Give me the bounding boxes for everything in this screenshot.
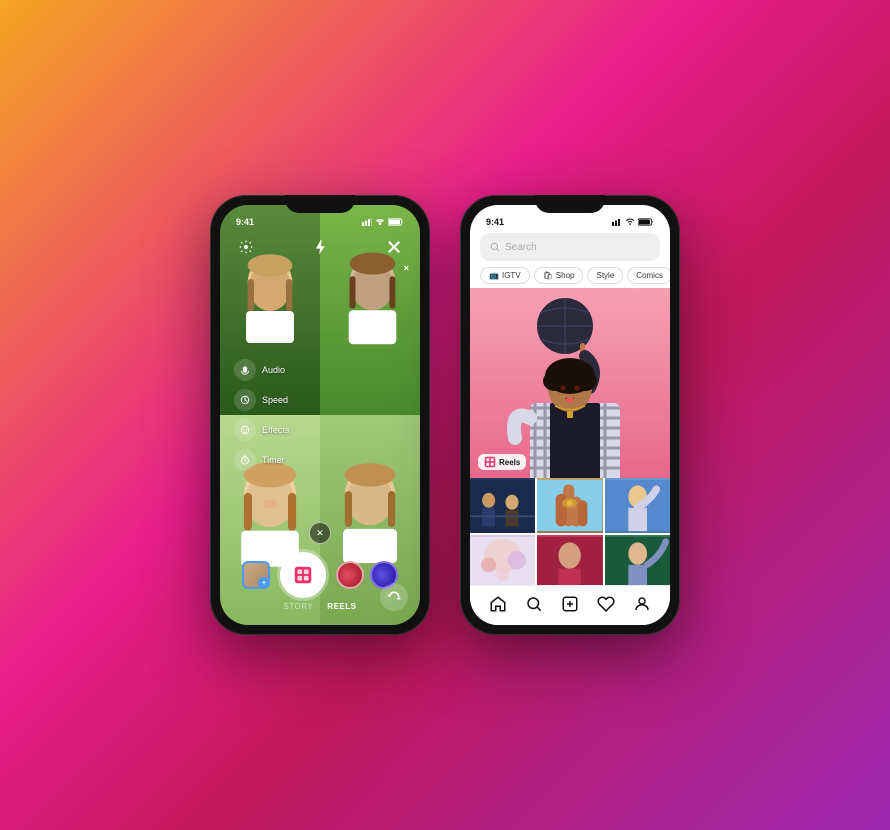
thumb-3[interactable] [605, 478, 670, 533]
wifi-icon [375, 218, 385, 226]
shop-icon: 🛍 [543, 271, 553, 280]
tab-shop[interactable]: 🛍 Shop [534, 267, 584, 284]
speed-menu-item[interactable]: Speed [234, 389, 289, 411]
igtv-label: IGTV [502, 271, 521, 280]
settings-icon[interactable] [234, 235, 258, 259]
audio-menu-item[interactable]: Audio [234, 359, 289, 381]
category-tabs: 📺 IGTV 🛍 Shop Style Comics TV & Movie [470, 267, 670, 284]
reels-badge: Reels [478, 454, 526, 470]
thumbnail-grid [470, 478, 670, 590]
thumb-5[interactable] [537, 535, 602, 590]
audio-label: Audio [262, 365, 285, 375]
search-nav[interactable] [523, 593, 545, 615]
camera-modes: STORY REELS [220, 602, 420, 611]
tab-igtv[interactable]: 📺 IGTV [480, 267, 530, 284]
main-content-image: Reels [470, 288, 670, 478]
thumb-6[interactable] [605, 535, 670, 590]
phone-right: 9:41 Search [460, 195, 680, 635]
dismiss-button[interactable]: ✕ [309, 522, 331, 544]
search-icon [490, 242, 500, 252]
camera-top-icons: × [220, 235, 420, 259]
search-placeholder: Search [505, 242, 537, 253]
battery-icon [388, 218, 404, 226]
camera-bottom: ✕ + [220, 522, 420, 625]
thumb-4[interactable] [470, 535, 535, 590]
signal-icon-right [612, 218, 622, 226]
igtv-icon: 📺 [489, 271, 499, 280]
notch-right [535, 195, 605, 213]
effects-menu-item[interactable]: Effects [234, 419, 289, 441]
shutter-button[interactable] [280, 552, 326, 598]
signal-icon [362, 218, 372, 226]
add-nav[interactable] [559, 593, 581, 615]
camera-overlay: × Audi [220, 205, 420, 625]
time-right: 9:41 [486, 217, 504, 227]
effect-1[interactable] [336, 561, 364, 589]
profile-nav[interactable] [631, 593, 653, 615]
close-icon[interactable] [382, 235, 406, 259]
camera-menu: Audio Speed [234, 359, 289, 471]
story-mode[interactable]: STORY [284, 602, 314, 611]
shop-label: Shop [556, 271, 575, 280]
thumb-2[interactable] [537, 478, 602, 533]
phone-left: 9:41 × [210, 195, 430, 635]
search-bar[interactable]: Search [480, 233, 660, 261]
status-icons-right [612, 218, 654, 226]
timer-label: Timer [262, 455, 285, 465]
reels-text: Reels [499, 458, 520, 467]
reels-icon [292, 564, 314, 586]
gallery-thumbnail[interactable]: + [242, 561, 270, 589]
speed-label: Speed [262, 395, 288, 405]
battery-icon-right [638, 218, 654, 226]
tab-style[interactable]: Style [587, 267, 623, 284]
effects-label: Effects [262, 425, 289, 435]
flip-camera-button[interactable] [380, 583, 408, 611]
bottom-nav [470, 585, 670, 625]
comics-label: Comics [636, 271, 663, 280]
reels-badge-icon [484, 456, 496, 468]
timer-menu-item[interactable]: Timer [234, 449, 289, 471]
status-icons-left [362, 218, 404, 226]
tab-comics[interactable]: Comics [627, 267, 670, 284]
wifi-icon-right [625, 218, 635, 226]
reels-mode[interactable]: REELS [327, 602, 356, 611]
notch-left [285, 195, 355, 213]
flash-icon[interactable]: × [308, 235, 332, 259]
thumb-1[interactable] [470, 478, 535, 533]
heart-nav[interactable] [595, 593, 617, 615]
time-left: 9:41 [236, 217, 254, 227]
home-nav[interactable] [487, 593, 509, 615]
style-label: Style [596, 271, 614, 280]
